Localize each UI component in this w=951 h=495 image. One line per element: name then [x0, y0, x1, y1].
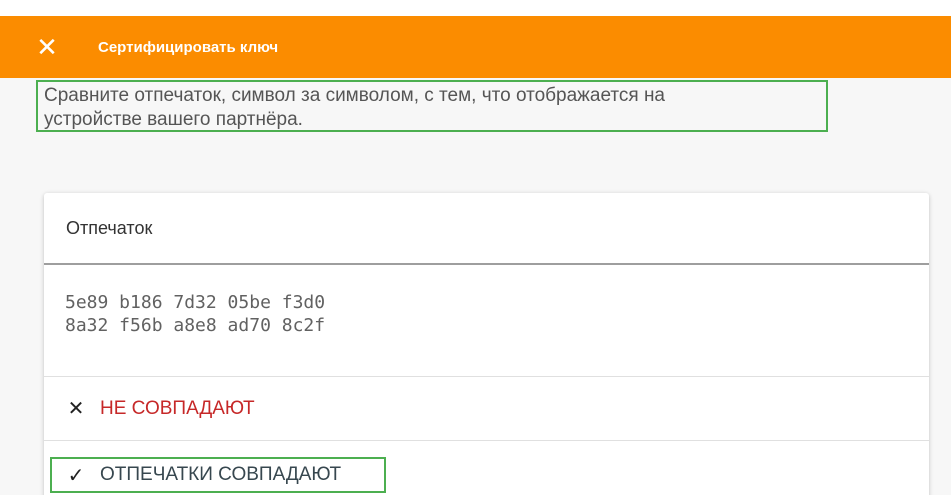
no-match-button[interactable]: ✕ НЕ СОВПАДАЮТ [44, 377, 929, 441]
fingerprint-card: Отпечаток 5e89 b186 7d32 05be f3d0 8a32 … [44, 193, 929, 495]
no-match-label: НЕ СОВПАДАЮТ [100, 397, 255, 419]
certify-key-screen: ✕ Сертифицировать ключ Сравните отпечато… [0, 0, 951, 495]
intro-text-line1: Сравните отпечаток, символ за символом, … [44, 85, 665, 106]
app-bar: ✕ Сертифицировать ключ [0, 16, 951, 78]
close-icon[interactable]: ✕ [34, 34, 60, 60]
page-title: Сертифицировать ключ [98, 38, 279, 56]
fingerprints-match-highlight: ✓ ОТПЕЧАТКИ СОВПАДАЮТ [50, 457, 386, 493]
fingerprint-line2: 8a32 f56b a8e8 ad70 8c2f [65, 315, 326, 336]
check-icon: ✓ [67, 464, 85, 487]
intro-text-line2: устройстве вашего партнёра. [44, 109, 303, 130]
fingerprints-match-button[interactable]: ✓ ОТПЕЧАТКИ СОВПАДАЮТ [44, 441, 929, 495]
status-strip [0, 0, 951, 16]
fingerprint-value: 5e89 b186 7d32 05be f3d0 8a32 f56b a8e8 … [44, 265, 929, 377]
fingerprint-line1: 5e89 b186 7d32 05be f3d0 [65, 292, 326, 313]
intro-text: Сравните отпечаток, символ за символом, … [36, 80, 828, 132]
close-icon: ✕ [67, 398, 85, 420]
match-label: ОТПЕЧАТКИ СОВПАДАЮТ [100, 464, 342, 485]
card-title: Отпечаток [44, 193, 929, 265]
